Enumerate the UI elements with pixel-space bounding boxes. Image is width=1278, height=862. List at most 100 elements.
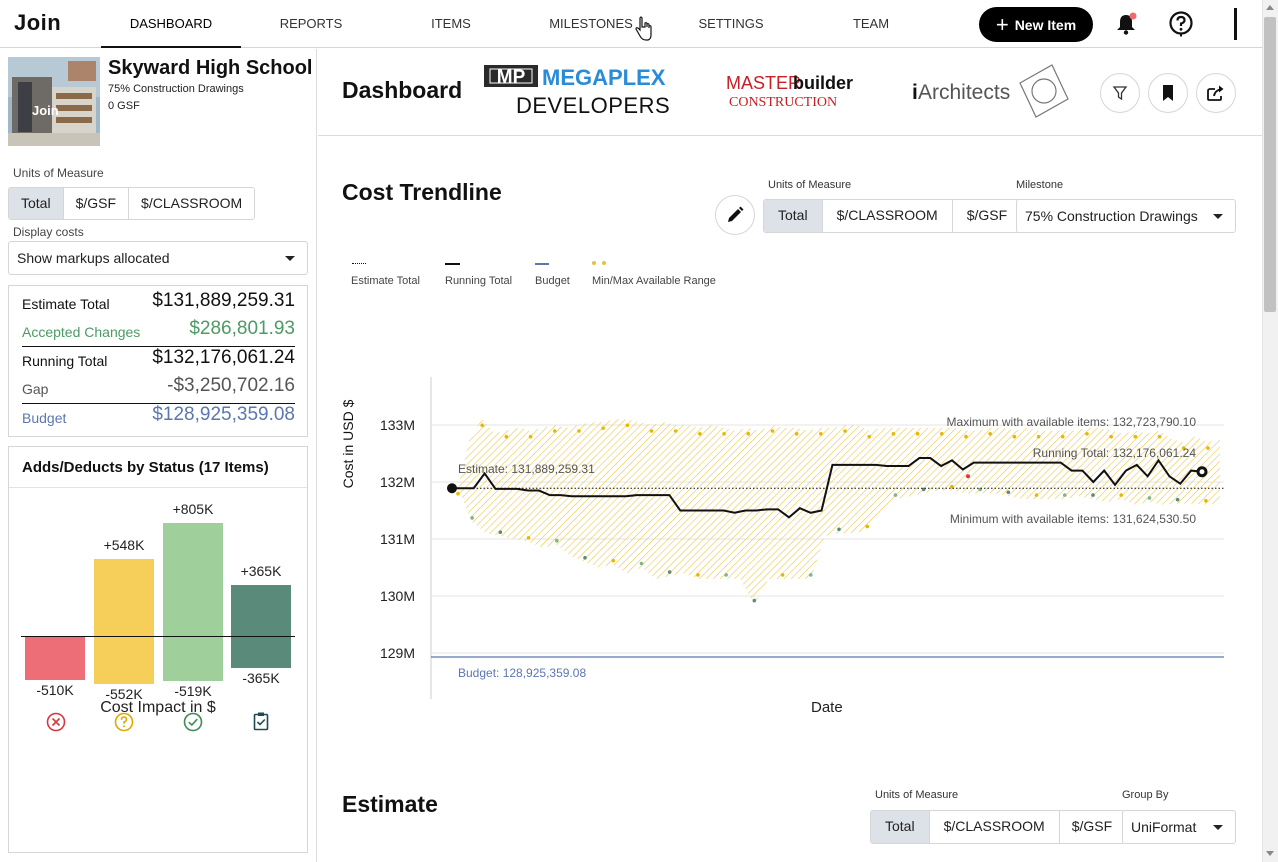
display-costs-label: Display costs bbox=[13, 225, 84, 239]
display-costs-value: Show markups allocated bbox=[17, 250, 170, 266]
legend-label-estimate: Estimate Total bbox=[351, 275, 420, 287]
account-menu-edge[interactable] bbox=[1234, 8, 1237, 40]
bar-accepted-deduct[interactable] bbox=[163, 636, 223, 682]
group-by-select[interactable]: UniFormat bbox=[1122, 810, 1236, 844]
min-item-dot bbox=[1062, 493, 1067, 497]
estimate-units-gsf[interactable]: $/GSF bbox=[1059, 811, 1125, 843]
chart-legend: Estimate Total Running Total Budget Min/… bbox=[342, 257, 842, 297]
project-photo: Join bbox=[8, 57, 100, 146]
megaplex-mark: MP bbox=[497, 67, 526, 88]
trend-units-classroom[interactable]: $/CLASSROOM bbox=[822, 200, 953, 232]
estimate-units-total[interactable]: Total bbox=[871, 811, 930, 843]
trend-units-toggle: Total $/CLASSROOM $/GSF bbox=[763, 199, 1023, 233]
tab-items[interactable]: ITEMS bbox=[381, 0, 521, 48]
trend-units-gsf[interactable]: $/GSF bbox=[952, 200, 1022, 232]
max-item-dot bbox=[552, 429, 557, 433]
tab-settings[interactable]: SETTINGS bbox=[661, 0, 801, 48]
join-logo[interactable]: Join bbox=[14, 10, 61, 36]
running-total-value: $132,176,061.24 bbox=[152, 347, 295, 368]
bar-accepted-add-label: +805K bbox=[172, 501, 214, 518]
running-total-start-point bbox=[447, 483, 457, 494]
min-item-dot bbox=[1034, 493, 1039, 497]
milestone-select[interactable]: 75% Construction Drawings bbox=[1016, 199, 1236, 233]
rejected-item-dot bbox=[966, 474, 970, 479]
bar-pending-add[interactable] bbox=[94, 559, 154, 636]
trend-units-total[interactable]: Total bbox=[764, 200, 823, 232]
min-item-dot bbox=[1147, 496, 1152, 500]
masterbuilder-builder: builder bbox=[793, 73, 853, 93]
header-divider bbox=[318, 135, 1262, 136]
tab-team[interactable]: TEAM bbox=[801, 0, 941, 48]
max-item-dot bbox=[843, 429, 847, 433]
project-photo-watermark: Join bbox=[32, 103, 59, 118]
bar-accepted-add[interactable] bbox=[163, 523, 223, 636]
cost-totals-panel: Estimate Total $131,889,259.31 Accepted … bbox=[8, 285, 308, 437]
min-item-dot bbox=[611, 558, 616, 563]
iarchitects-logo: i Architects bbox=[912, 64, 1069, 118]
min-item-dot bbox=[639, 561, 644, 566]
milestone-label: Milestone bbox=[1016, 179, 1064, 191]
min-item-dot bbox=[470, 516, 474, 520]
legend-label-range: Min/Max Available Range bbox=[592, 275, 716, 287]
units-option-classroom[interactable]: $/CLASSROOM bbox=[129, 188, 255, 219]
units-option-gsf[interactable]: $/GSF bbox=[63, 188, 130, 219]
scrollbar-thumb[interactable] bbox=[1264, 17, 1276, 312]
hand-cursor-icon bbox=[635, 16, 652, 41]
sidebar-units-toggle: Total $/GSF $/CLASSROOM bbox=[8, 187, 256, 220]
max-item-dot bbox=[819, 432, 823, 436]
megaplex-developers-logo: MP MEGAPLEX DEVELOPERS bbox=[484, 65, 670, 118]
notification-bell-icon[interactable] bbox=[1115, 12, 1137, 36]
filter-icon bbox=[1112, 86, 1128, 101]
max-item-dot bbox=[1109, 434, 1113, 439]
accepted-changes-label: Accepted Changes bbox=[22, 324, 141, 340]
scroll-down-icon[interactable] bbox=[1266, 851, 1274, 856]
bar-incorporated-deduct-label: -365K bbox=[242, 669, 280, 686]
bookmark-button[interactable] bbox=[1148, 73, 1188, 113]
chevron-down-icon bbox=[285, 256, 295, 261]
bar-incorporated-add-label: +365K bbox=[240, 562, 282, 579]
filter-button[interactable] bbox=[1100, 73, 1140, 113]
max-item-dot bbox=[770, 429, 775, 433]
help-icon[interactable] bbox=[1168, 11, 1194, 37]
bar-rejected-deduct[interactable] bbox=[25, 636, 85, 680]
x-axis-title: Date bbox=[811, 699, 843, 716]
budget-value: $128,925,359.08 bbox=[152, 404, 295, 425]
y-tick-label: 131M bbox=[380, 531, 415, 547]
running-total-end-point bbox=[1196, 466, 1208, 478]
min-item-dot bbox=[526, 536, 531, 540]
main-content: Dashboard MP MEGAPLEX DEVELOPERS MASTER … bbox=[318, 49, 1262, 862]
max-item-dot bbox=[625, 423, 630, 428]
share-button[interactable] bbox=[1196, 73, 1236, 113]
new-item-button[interactable]: + New Item bbox=[979, 7, 1093, 42]
estimate-units-label: Units of Measure bbox=[875, 789, 959, 801]
tab-dashboard[interactable]: DASHBOARD bbox=[101, 0, 241, 48]
units-of-measure-label: Units of Measure bbox=[13, 166, 104, 180]
bar-incorporated-deduct[interactable] bbox=[231, 636, 291, 668]
max-item-dot bbox=[867, 434, 872, 439]
bar-incorporated-add[interactable] bbox=[231, 584, 291, 636]
legend-label-running: Running Total bbox=[445, 275, 513, 287]
accepted-changes-value: $286,801.93 bbox=[189, 318, 295, 339]
tab-reports[interactable]: REPORTS bbox=[241, 0, 381, 48]
estimate-units-classroom[interactable]: $/CLASSROOM bbox=[929, 811, 1060, 843]
max-item-dot bbox=[1036, 434, 1041, 439]
scroll-up-icon[interactable] bbox=[1266, 5, 1274, 10]
bar-pending-deduct[interactable] bbox=[94, 636, 154, 684]
max-item-dot bbox=[794, 432, 799, 436]
maximum-annotation: Maximum with available items: 132,723,79… bbox=[947, 415, 1197, 429]
pencil-icon bbox=[728, 206, 744, 222]
budget-annotation: Budget: 128,925,359.08 bbox=[458, 666, 586, 680]
min-item-dot bbox=[1006, 490, 1011, 495]
masterbuilder-construction-logo: MASTER builder CONSTRUCTION bbox=[726, 73, 853, 110]
y-tick-label: 132M bbox=[380, 474, 415, 490]
megaplex-top: MEGAPLEX bbox=[542, 65, 666, 90]
edit-trendline-button[interactable] bbox=[715, 195, 755, 235]
project-name: Skyward High School bbox=[108, 57, 313, 79]
min-item-dot bbox=[893, 493, 898, 497]
max-item-dot bbox=[528, 434, 533, 439]
display-costs-select[interactable]: Show markups allocated bbox=[8, 241, 308, 275]
units-option-total[interactable]: Total bbox=[9, 188, 64, 219]
max-item-dot bbox=[601, 426, 605, 430]
gap-label: Gap bbox=[22, 381, 49, 397]
max-item-dot bbox=[1012, 434, 1017, 439]
